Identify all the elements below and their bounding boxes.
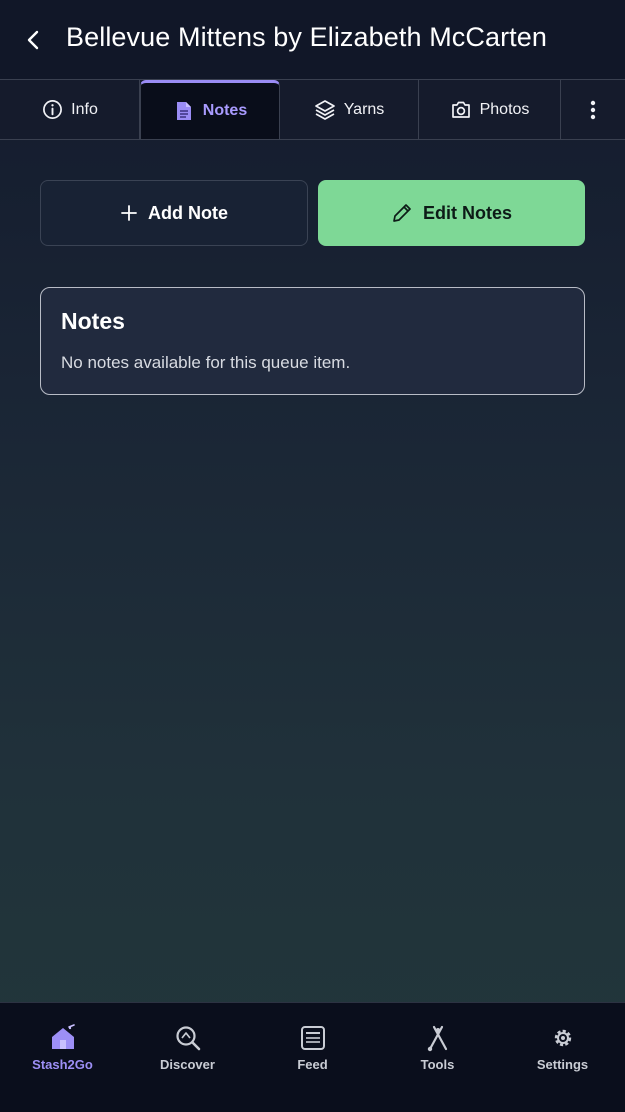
notes-card-title: Notes <box>61 308 125 334</box>
nav-label: Settings <box>536 1057 589 1072</box>
tab-label: Info <box>71 100 98 118</box>
tab-more[interactable] <box>561 80 625 139</box>
nav-settings[interactable]: Settings <box>500 1003 625 1112</box>
nav-tools[interactable]: Tools <box>375 1003 500 1112</box>
tab-label: Notes <box>202 102 248 119</box>
tab-label: Photos <box>479 100 530 118</box>
chevron-left-icon <box>27 30 39 50</box>
nav-label: Feed <box>297 1057 328 1072</box>
tab-photos[interactable]: Photos <box>419 80 561 139</box>
info-circle-icon <box>41 99 63 121</box>
nav-feed[interactable]: Feed <box>250 1003 375 1112</box>
nav-stash2go[interactable]: Stash2Go <box>0 1003 125 1112</box>
add-note-label: Add Note <box>148 202 228 223</box>
app-header: Bellevue Mittens by Elizabeth McCarten <box>0 0 625 80</box>
add-note-button[interactable]: Add Note <box>40 180 308 246</box>
tab-label: Yarns <box>343 100 385 118</box>
back-button[interactable] <box>18 24 50 56</box>
plus-icon <box>121 205 137 221</box>
tools-icon <box>423 1023 453 1053</box>
document-icon <box>173 100 195 122</box>
gear-icon <box>548 1023 578 1053</box>
discover-search-icon <box>173 1023 203 1053</box>
tab-yarns[interactable]: Yarns <box>280 80 419 139</box>
page-title: Bellevue Mittens by Elizabeth McCarten <box>66 22 548 52</box>
pencil-icon <box>393 204 411 222</box>
edit-notes-button[interactable]: Edit Notes <box>318 180 585 246</box>
home-icon <box>48 1023 78 1053</box>
camera-icon <box>450 99 472 121</box>
notes-card: Notes No notes available for this queue … <box>40 287 585 395</box>
nav-label: Stash2Go <box>32 1057 93 1072</box>
tab-bar: Info Notes Yarns Photos <box>0 79 625 140</box>
tab-notes[interactable]: Notes <box>140 80 280 139</box>
edit-notes-label: Edit Notes <box>422 202 512 223</box>
feed-icon <box>298 1023 328 1053</box>
more-vertical-icon <box>582 99 604 121</box>
nav-label: Tools <box>420 1057 455 1072</box>
nav-label: Discover <box>160 1057 215 1072</box>
nav-discover[interactable]: Discover <box>125 1003 250 1112</box>
notes-empty-text: No notes available for this queue item. <box>61 353 351 372</box>
bottom-nav: Stash2Go Discover Feed Tools Settings <box>0 1002 625 1112</box>
layers-icon <box>314 99 336 121</box>
tab-info[interactable]: Info <box>0 80 140 139</box>
